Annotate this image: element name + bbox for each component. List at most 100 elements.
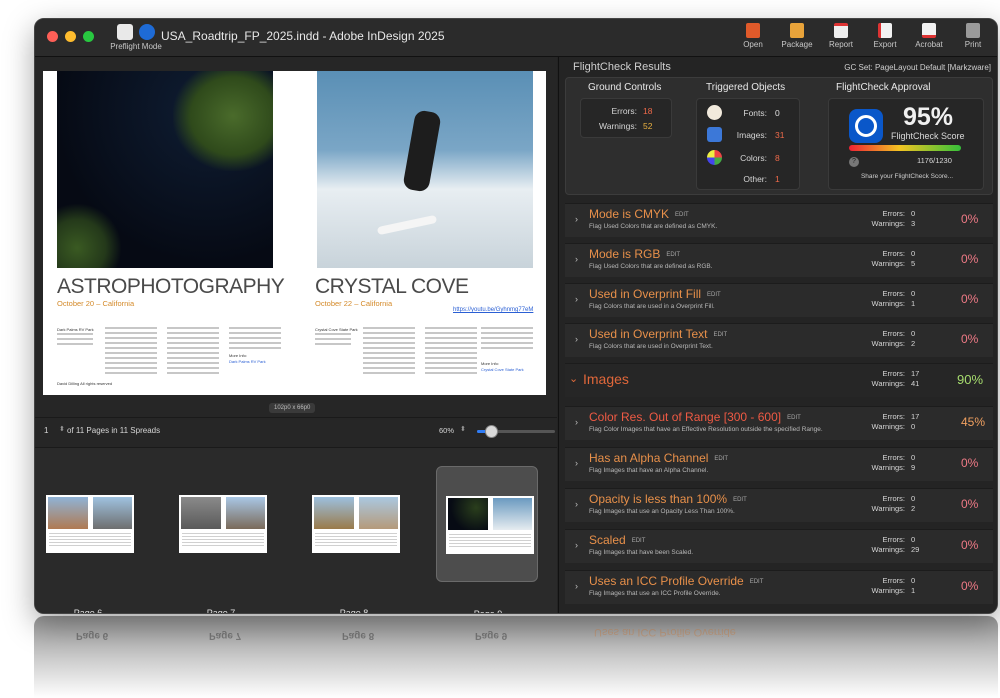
thumbnail-page-7[interactable]: Page 7 [170, 466, 272, 613]
thumbnail-page-9[interactable]: Page 9 [436, 466, 538, 613]
open-button[interactable]: Open [735, 23, 771, 49]
category-row-images[interactable]: ⌄ Images Errors: 17 Warnings: 41 90% [565, 363, 993, 397]
warnings-value: 5 [911, 259, 916, 268]
result-percent: 0% [961, 252, 979, 266]
edit-link[interactable]: EDIT [787, 415, 801, 421]
warnings-label: Warnings: [871, 299, 905, 308]
toolbar: Open Package Report Export Acrobat Print [727, 23, 991, 49]
warnings-value: 41 [911, 379, 920, 388]
result-title: Uses an ICC Profile Override EDIT [589, 574, 764, 588]
acrobat-button[interactable]: Acrobat [911, 23, 947, 49]
images-value: 31 [775, 130, 785, 140]
thumbnail-page-8[interactable]: Page 8 [303, 466, 405, 613]
edit-link[interactable]: EDIT [675, 212, 689, 218]
edit-link[interactable]: EDIT [632, 538, 646, 544]
result-row-mode-rgb[interactable]: › Mode is RGB EDIT Flag Used Colors that … [565, 243, 993, 277]
window-reflection: Page 6 Page 7 Page 8 Page 9 Uses an ICC … [34, 616, 998, 698]
print-button[interactable]: Print [955, 23, 991, 49]
page-spread[interactable]: ASTROPHOTOGRAPHY October 20 – California… [43, 71, 546, 395]
edit-link[interactable]: EDIT [707, 292, 721, 298]
chevron-right-icon[interactable]: › [575, 417, 578, 427]
edit-link[interactable]: EDIT [733, 497, 747, 503]
warnings-value: 9 [911, 463, 916, 472]
left-more-info-link[interactable]: Dark Palms RV Park [229, 359, 266, 364]
right-column-3 [481, 327, 533, 352]
zoom-stepper-icon[interactable]: ⬍ [460, 425, 466, 433]
result-row-alpha-channel[interactable]: › Has an Alpha Channel EDIT Flag Images t… [565, 447, 993, 481]
chevron-right-icon[interactable]: › [575, 334, 578, 344]
package-button[interactable]: Package [779, 23, 815, 49]
right-more-info-link[interactable]: Crystal Cove State Park [481, 367, 524, 372]
gc-set-label[interactable]: GC Set: PageLayout Default [Markzware] [844, 63, 991, 72]
result-row-color-res[interactable]: › Color Res. Out of Range [300 - 600] EDI… [565, 406, 993, 440]
result-title: Opacity is less than 100% EDIT [589, 492, 747, 506]
warnings-label: Warnings: [871, 379, 905, 388]
result-row-opacity[interactable]: › Opacity is less than 100% EDIT Flag Ima… [565, 488, 993, 522]
report-icon [834, 23, 848, 38]
report-button[interactable]: Report [823, 23, 859, 49]
thumbnail-spread [312, 495, 400, 553]
thumbnail-spread [46, 495, 134, 553]
video-link[interactable]: https://youtu.be/Gyhnmg77eM [453, 307, 533, 313]
edit-link[interactable]: EDIT [666, 252, 680, 258]
errors-label: Errors: [882, 369, 906, 378]
warnings-label: Warnings: [871, 259, 905, 268]
thumbnail-page-6[interactable]: Page 6 [37, 466, 139, 613]
errors-value: 0 [911, 494, 916, 503]
errors-value: 17 [911, 412, 920, 421]
result-row-icc-override[interactable]: › Uses an ICC Profile Override EDIT Flag … [565, 570, 993, 604]
result-row-scaled[interactable]: › Scaled EDIT Flag Images that have been … [565, 529, 993, 563]
left-address-lines [57, 333, 93, 348]
help-icon[interactable]: ? [849, 157, 859, 167]
errors-value: 0 [911, 249, 916, 258]
page-size-badge: 102p0 x 66p0 [269, 403, 316, 413]
document-preview-pane: ASTROPHOTOGRAPHY October 20 – California… [35, 57, 557, 613]
chevron-down-icon[interactable]: ⌄ [569, 372, 578, 385]
left-address: Dark Palms RV Park [57, 327, 94, 332]
edit-link[interactable]: EDIT [714, 456, 728, 462]
app-window: Preflight Mode USA_Roadtrip_FP_2025.indd… [34, 18, 998, 614]
warnings-label: Warnings: [871, 463, 905, 472]
result-title: Color Res. Out of Range [300 - 600] EDIT [589, 410, 801, 424]
zoom-window-button[interactable] [83, 31, 94, 42]
result-row-mode-cmyk[interactable]: › Mode is CMYK EDIT Flag Used Colors that… [565, 203, 993, 237]
zoom-slider[interactable] [477, 425, 555, 438]
zoom-slider-knob[interactable] [485, 425, 499, 438]
edit-link[interactable]: EDIT [714, 332, 728, 338]
category-percent: 90% [957, 372, 984, 387]
flightcheck-icon [139, 24, 155, 40]
window-controls [47, 31, 94, 42]
chevron-right-icon[interactable]: › [575, 458, 578, 468]
export-button[interactable]: Export [867, 23, 903, 49]
result-row-overprint-text[interactable]: › Used in Overprint Text EDIT Flag Colors… [565, 323, 993, 357]
chevron-right-icon[interactable]: › [575, 294, 578, 304]
left-story-date: October 20 – California [57, 299, 135, 308]
reflected-result-title: Uses an ICC Profile Override [594, 626, 736, 638]
minimize-window-button[interactable] [65, 31, 76, 42]
other-label: Other: [743, 174, 767, 184]
print-icon [966, 23, 980, 38]
errors-label: Errors: [882, 209, 906, 218]
zoom-level[interactable]: 60% [439, 426, 454, 435]
result-row-overprint-fill[interactable]: › Used in Overprint Fill EDIT Flag Colors… [565, 283, 993, 317]
chevron-right-icon[interactable]: › [575, 581, 578, 591]
close-window-button[interactable] [47, 31, 58, 42]
left-more-info: More Info: [229, 353, 248, 358]
edit-link[interactable]: EDIT [750, 579, 764, 585]
fonts-value: 0 [775, 108, 780, 118]
result-description: Flag Images that have an Alpha Channel. [589, 467, 709, 474]
right-story-title: CRYSTAL COVE [315, 275, 469, 298]
chevron-right-icon[interactable]: › [575, 540, 578, 550]
triggered-objects-box: Fonts: 0 Images: 31 Colors: 8 Other: 1 [696, 98, 800, 190]
page-stepper-icon[interactable]: ⬍ [59, 425, 65, 433]
preflight-mode-label: Preflight Mode [110, 42, 162, 51]
fonts-label: Fonts: [743, 108, 767, 118]
export-label: Export [873, 40, 897, 49]
chevron-right-icon[interactable]: › [575, 499, 578, 509]
fonts-icon [707, 105, 722, 120]
chevron-right-icon[interactable]: › [575, 214, 578, 224]
result-title: Used in Overprint Fill EDIT [589, 287, 721, 301]
share-score-link[interactable]: Share your FlightCheck Score... [829, 173, 985, 180]
chevron-right-icon[interactable]: › [575, 254, 578, 264]
page-number-field[interactable]: 1 [44, 426, 48, 435]
